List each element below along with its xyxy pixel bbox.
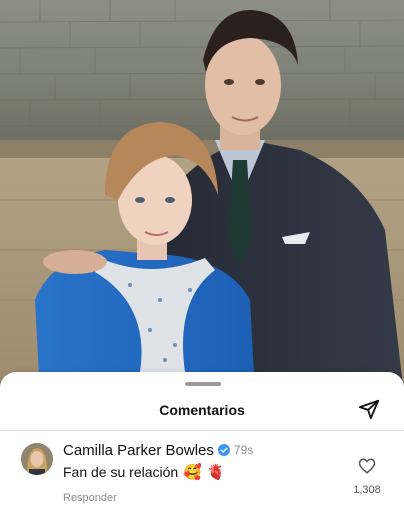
- like-block: 1,308: [350, 457, 384, 496]
- comment-time: 79s: [233, 443, 254, 457]
- like-count: 1,308: [353, 484, 381, 496]
- comment-item: Camilla Parker Bowles 79s Fan de su rela…: [0, 440, 404, 504]
- reply-button[interactable]: Responder: [63, 492, 343, 504]
- smiling-face-with-hearts-emoji: 🥰: [183, 463, 202, 481]
- paper-plane-icon[interactable]: [356, 396, 382, 422]
- heart-outline-icon[interactable]: [358, 457, 376, 475]
- verified-badge-icon: [217, 444, 230, 456]
- comment-text-line: Fan de su relación 🥰 🫀: [63, 462, 343, 482]
- sheet-header: Comentarios: [0, 396, 404, 426]
- comment-user-line: Camilla Parker Bowles 79s: [63, 440, 343, 460]
- comment-body: Camilla Parker Bowles 79s Fan de su rela…: [63, 440, 343, 505]
- sheet-title: Comentarios: [159, 402, 245, 418]
- comment-username[interactable]: Camilla Parker Bowles: [63, 442, 214, 459]
- comments-sheet: Comentarios Camilla Parker Bowles 79s Fa…: [0, 372, 404, 505]
- comment-text: Fan de su relación: [63, 464, 179, 480]
- sheet-grabber-handle[interactable]: [185, 382, 221, 386]
- anatomical-heart-emoji: 🫀: [206, 463, 226, 481]
- header-divider: [0, 430, 404, 431]
- post-photo: [0, 0, 404, 395]
- avatar[interactable]: [21, 443, 53, 475]
